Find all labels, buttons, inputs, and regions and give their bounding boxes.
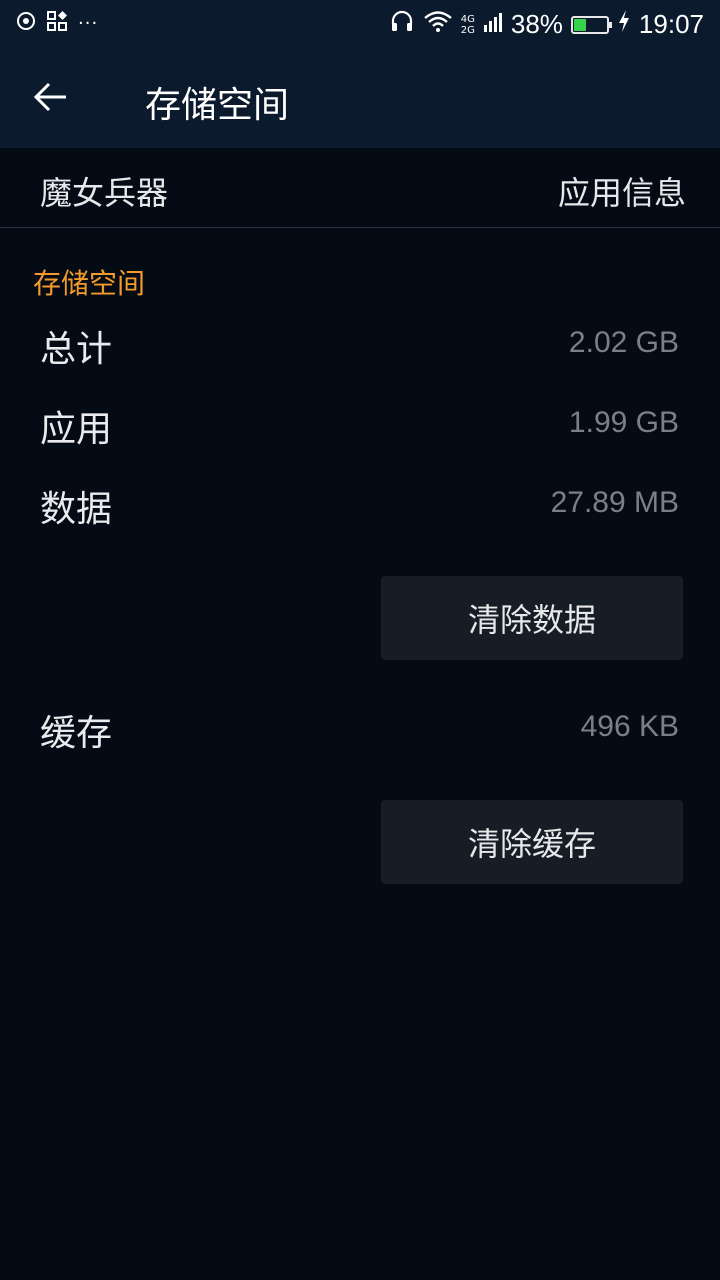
clear-cache-button[interactable]: 清除缓存 [381,800,683,884]
storage-total-value: 2.02 GB [568,326,679,359]
status-bar-left: ··· [16,10,98,36]
storage-data-label: 数据 [40,489,113,530]
cache-label: 缓存 [40,713,113,754]
toolbar: 存储空间 [0,50,720,148]
more-icon: ··· [78,12,99,34]
network-type: 4G 2G [461,14,475,36]
storage-app-label: 应用 [40,409,113,450]
battery-percent: 38% [510,9,563,39]
storage-app-row: 应用 1.99 GB [0,392,720,462]
app-header-row: 魔女兵器 应用信息 [0,148,720,228]
battery-level-fill [573,18,586,31]
signal-icon [483,10,503,40]
clock: 19:07 [638,9,704,39]
storage-total-label: 总计 [40,329,113,370]
clear-data-button[interactable]: 清除数据 [381,576,683,660]
status-bar-right: 4G 2G 38% 19:07 [389,8,704,41]
status-bar: ··· 4G 2G 38% 19:07 [0,0,720,50]
cache-value: 496 KB [580,710,679,743]
sync-icon [16,11,36,35]
storage-app-value: 1.99 GB [568,406,679,439]
app-name: 魔女兵器 [40,174,169,212]
storage-total-row: 总计 2.02 GB [0,312,720,382]
storage-data-row: 数据 27.89 MB [0,472,720,542]
app-info-link[interactable]: 应用信息 [558,168,686,214]
page-title: 存储空间 [145,85,290,126]
network-type-bottom: 2G [460,24,475,36]
storage-data-value: 27.89 MB [550,486,679,519]
battery-icon [570,15,612,34]
back-button[interactable] [24,72,78,126]
charging-icon [617,9,631,40]
back-arrow-icon [33,82,69,116]
network-type-top: 4G [460,13,475,25]
storage-section-title: 存储空间 [33,267,146,300]
headset-icon [389,8,415,41]
cache-row: 缓存 496 KB [0,696,720,766]
wifi-icon [423,9,453,40]
apps-icon [46,10,68,36]
